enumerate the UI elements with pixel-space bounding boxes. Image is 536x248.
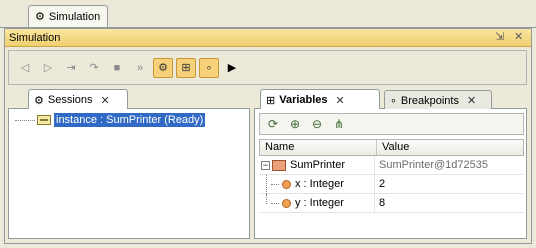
table-row[interactable]: − SumPrinter SumPrinter@1d72535	[259, 156, 524, 175]
tab-sessions-label: Sessions	[47, 94, 93, 106]
step-back-icon: ◁	[20, 62, 30, 74]
tab-sessions[interactable]: ⚙ Sessions ✕	[28, 89, 128, 110]
remove-watch-icon: ⊖	[311, 117, 323, 131]
tab-breakpoints[interactable]: ∘ Breakpoints ✕	[384, 90, 492, 110]
refresh-button[interactable]: ⟳	[264, 115, 282, 133]
column-header-name[interactable]: Name	[260, 140, 377, 155]
tree-item[interactable]: instance : SumPrinter (Ready)	[15, 112, 206, 128]
simulation-toolbar: ◁ ▷ ⇥ ↷ ■ » ⚙ ⊞ ∘ ▶	[8, 50, 527, 85]
restore-icon[interactable]: ⇲	[495, 31, 504, 44]
stop-button[interactable]: ■	[107, 58, 127, 78]
gear-icon: ⚙	[158, 62, 168, 74]
sessions-panel: ⚙ Sessions ✕ instance : SumPrinter (Read…	[8, 89, 250, 239]
tree-item-label: instance : SumPrinter (Ready)	[54, 113, 206, 127]
variables-tabbar: ⊞ Variables ✕ ∘ Breakpoints ✕	[254, 89, 527, 110]
row-name: y : Integer	[295, 197, 344, 209]
view-title-bar: Simulation ⇲ ✕	[5, 29, 531, 47]
table-row[interactable]: x : Integer 2	[259, 174, 524, 194]
step-into-icon: ⇥	[66, 62, 76, 74]
simulation-view: Simulation ⇲ ✕ ◁ ▷ ⇥ ↷ ■ » ⚙ ⊞ ∘ ▶ ⚙ Ses…	[4, 28, 532, 244]
column-header-value[interactable]: Value	[377, 140, 523, 155]
add-watch-button[interactable]: ⊕	[286, 115, 304, 133]
breakpoint-icon: ∘	[390, 95, 397, 107]
row-value: SumPrinter@1d72535	[379, 159, 489, 171]
close-icon[interactable]: ✕	[101, 94, 110, 107]
step-back-button[interactable]: ◁	[15, 58, 35, 78]
gear-icon: ⚙	[35, 11, 45, 23]
variables-content: ⟳ ⊕ ⊖ ⋔ Name Value − SumPrinter SumPrint…	[254, 109, 527, 239]
tree-icon: ⊞	[266, 94, 276, 107]
skip-button[interactable]: »	[130, 58, 150, 78]
row-name: x : Integer	[295, 178, 344, 190]
sessions-tree: instance : SumPrinter (Ready)	[8, 109, 250, 239]
variables-table: Name Value − SumPrinter SumPrinter@1d725…	[259, 139, 524, 213]
step-into-button[interactable]: ⇥	[61, 58, 81, 78]
class-icon	[272, 159, 286, 171]
view-title: Simulation	[9, 31, 61, 44]
gear-icon: ⚙	[34, 94, 44, 107]
row-value: 2	[379, 178, 386, 190]
variables-toolbar: ⟳ ⊕ ⊖ ⋔	[259, 113, 524, 135]
step-over-icon: ↷	[89, 62, 99, 74]
expand-all-icon: ⋔	[333, 117, 345, 131]
breakpoints-toggle[interactable]: ∘	[199, 57, 219, 78]
row-value: 8	[379, 197, 386, 209]
property-icon	[282, 198, 291, 208]
tree-toggle[interactable]: ⊞	[176, 57, 196, 78]
expand-icon: ▶	[227, 62, 237, 74]
close-icon[interactable]: ✕	[514, 31, 523, 44]
add-watch-icon: ⊕	[289, 117, 301, 131]
tab-variables[interactable]: ⊞ Variables ✕	[260, 89, 380, 110]
tree-connector	[15, 119, 35, 121]
run-button[interactable]: ▷	[38, 58, 58, 78]
table-header: Name Value	[259, 139, 524, 156]
skip-icon: »	[136, 61, 144, 74]
sessions-tabbar: ⚙ Sessions ✕	[8, 89, 250, 110]
variables-panel: ⊞ Variables ✕ ∘ Breakpoints ✕ ⟳ ⊕ ⊖ ⋔ Na…	[254, 89, 527, 239]
collapse-icon[interactable]: −	[261, 160, 270, 170]
stop-icon: ■	[113, 61, 121, 74]
tree-connector	[266, 174, 267, 194]
tab-simulation-label: Simulation	[48, 10, 101, 23]
expand-all-button[interactable]: ⋔	[330, 115, 348, 133]
refresh-icon: ⟳	[267, 117, 279, 131]
step-over-button[interactable]: ↷	[84, 58, 104, 78]
row-name: SumPrinter	[290, 159, 346, 171]
close-icon[interactable]: ✕	[467, 94, 476, 107]
close-icon[interactable]: ✕	[336, 94, 345, 107]
remove-watch-button[interactable]: ⊖	[308, 115, 326, 133]
property-icon	[282, 179, 291, 189]
tree-connector	[266, 194, 267, 204]
tab-breakpoints-label: Breakpoints	[400, 94, 459, 107]
tab-simulation[interactable]: ⚙ Simulation	[28, 5, 108, 27]
tree-connector	[271, 202, 279, 204]
table-row[interactable]: y : Integer 8	[259, 194, 524, 213]
tree-icon: ⊞	[181, 62, 191, 74]
tree-connector	[271, 183, 279, 185]
instance-icon	[37, 115, 51, 125]
expand-button[interactable]: ▶	[222, 58, 242, 78]
run-icon: ▷	[43, 62, 53, 74]
breakpoint-icon: ∘	[205, 62, 213, 74]
tab-variables-label: Variables	[279, 94, 328, 106]
settings-toggle[interactable]: ⚙	[153, 57, 173, 78]
